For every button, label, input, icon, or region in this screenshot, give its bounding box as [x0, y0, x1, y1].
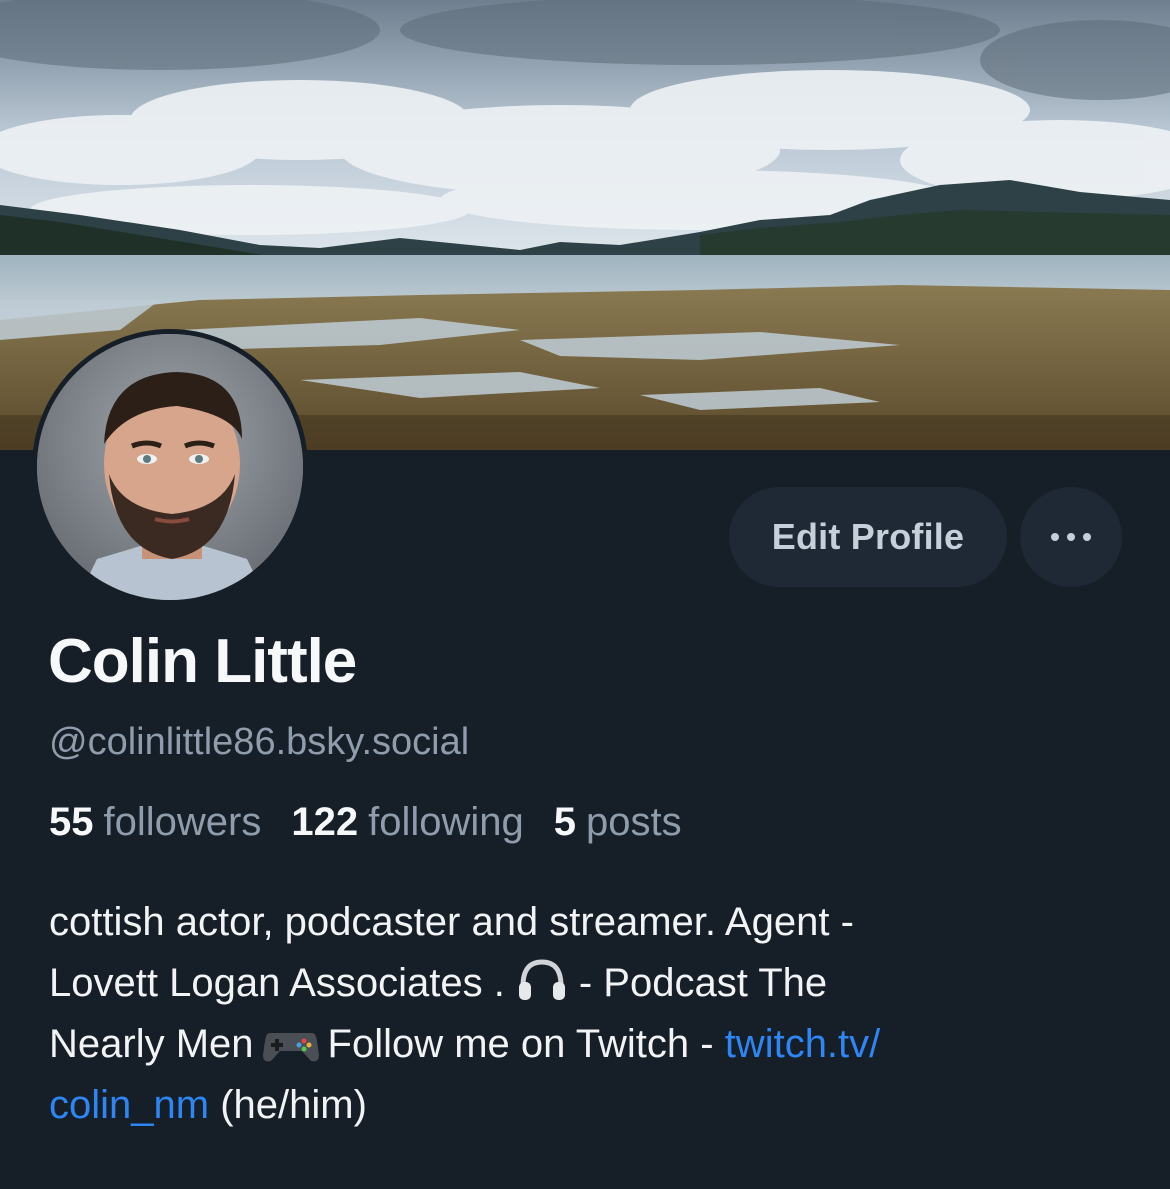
bio-text: Follow me on Twitch -	[327, 1022, 725, 1066]
bio-line: Lovett Logan Associates . - Podcast The	[49, 953, 1129, 1014]
bio-line: Nearly Men Follow me on Twitch - twitch.…	[49, 1014, 1129, 1075]
posts-stat: 5 posts	[554, 800, 682, 845]
following-count: 122	[291, 800, 359, 844]
bio-line: colin_nm (he/him)	[49, 1075, 1129, 1136]
gamepad-icon	[262, 1033, 319, 1062]
twitch-link[interactable]: twitch.tv/	[725, 1022, 881, 1066]
display-name: Colin Little	[48, 627, 357, 696]
more-options-button[interactable]	[1020, 487, 1122, 587]
following-stat[interactable]: 122 following	[291, 800, 523, 845]
bio-text: (he/him)	[209, 1083, 367, 1127]
profile-bio: cottish actor, podcaster and streamer. A…	[49, 892, 1129, 1136]
profile-avatar[interactable]	[32, 329, 308, 605]
following-label: following	[368, 800, 524, 844]
avatar-photo	[37, 334, 303, 600]
followers-stat[interactable]: 55 followers	[49, 800, 261, 845]
bio-text: Nearly Men	[49, 1022, 254, 1066]
edit-profile-label: Edit Profile	[771, 516, 965, 557]
profile-stats: 55 followers 122 following 5 posts	[49, 800, 712, 845]
followers-count: 55	[49, 800, 94, 844]
bio-text: - Podcast The	[578, 961, 828, 1005]
headphones-icon	[518, 959, 565, 1000]
followers-label: followers	[103, 800, 262, 844]
bio-text: Lovett Logan Associates .	[49, 961, 505, 1005]
posts-label: posts	[586, 800, 682, 844]
posts-count: 5	[553, 800, 576, 844]
twitch-link-continued[interactable]: colin_nm	[49, 1083, 209, 1127]
ellipsis-icon	[1051, 533, 1091, 541]
profile-handle: @colinlittle86.bsky.social	[49, 721, 470, 763]
bio-line: cottish actor, podcaster and streamer. A…	[49, 900, 854, 944]
edit-profile-button[interactable]: Edit Profile	[729, 487, 1007, 587]
